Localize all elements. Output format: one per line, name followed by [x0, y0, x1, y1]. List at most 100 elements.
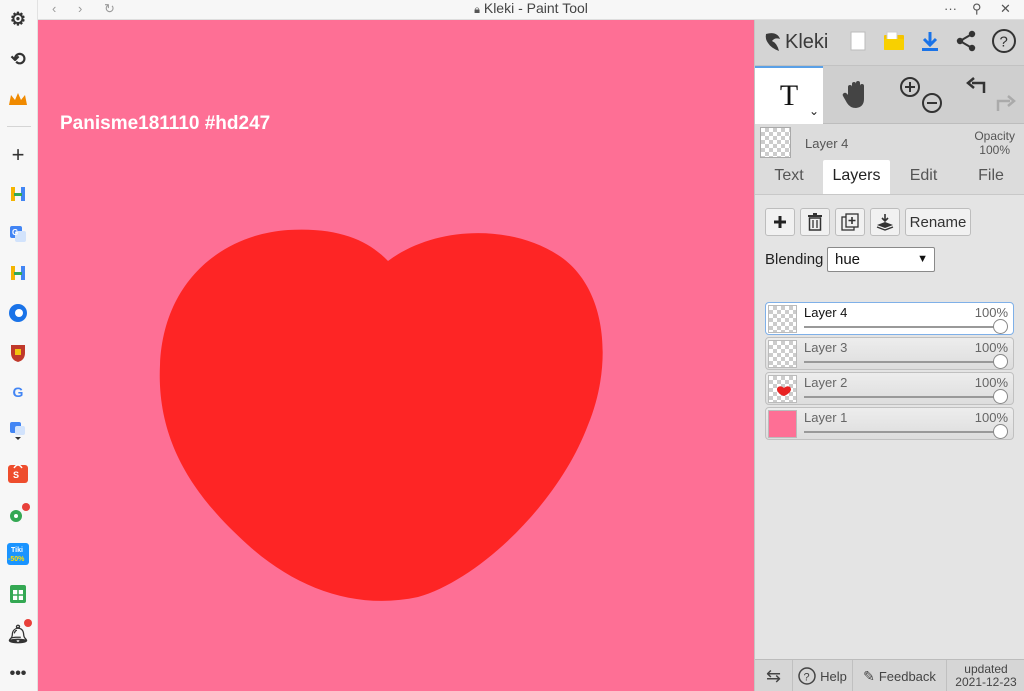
more-options-icon[interactable]: ··· [944, 0, 957, 20]
undo-icon[interactable] [966, 77, 986, 93]
delete-layer-button[interactable] [800, 208, 830, 236]
feedback-label: Feedback [878, 668, 936, 684]
hand-tool-button[interactable] [823, 66, 889, 124]
window-title: Kleki - Paint Tool [483, 0, 588, 16]
help-circle-icon: ? [798, 667, 816, 685]
plus-icon [774, 216, 786, 228]
layer-name: Layer 2 [804, 375, 848, 390]
opacity-label: Opacity [974, 129, 1015, 143]
layer-row-3[interactable]: Layer 3 100% [765, 337, 1014, 370]
help-button[interactable]: ? Help [793, 660, 853, 691]
hotel-app-icon[interactable] [5, 181, 31, 207]
drawing-canvas[interactable]: Panisme181110 #hd247 [38, 20, 754, 691]
tiki-icon[interactable]: Tiki -50% [5, 541, 31, 567]
undo-redo-tools [957, 66, 1024, 124]
blending-value: hue [835, 251, 861, 268]
new-image-icon[interactable] [843, 26, 873, 56]
layer-opacity-track [804, 361, 1001, 363]
merge-down-icon [876, 214, 894, 231]
shopee-icon[interactable]: S [5, 460, 31, 486]
crown-icon[interactable] [5, 86, 31, 112]
current-layer-info: Layer 4 Opacity 100% [755, 124, 1024, 160]
layer-row-2[interactable]: Layer 2 100% [765, 372, 1014, 405]
shield-app-icon[interactable] [5, 340, 31, 366]
heart-shape [159, 229, 603, 601]
rename-layer-button[interactable]: Rename [905, 208, 971, 236]
layer-opacity-slider[interactable] [993, 354, 1008, 369]
more-icon[interactable]: ••• [5, 661, 31, 687]
layer-thumbnail [768, 375, 797, 403]
kleki-side-panel: Kleki ? T ⌄ Layer 4 Opacity 100% Text La… [754, 20, 1024, 691]
browser-title-bar: ‹ › ↻ 🔒︎ Kleki - Paint Tool ··· ⚲ ✕ [38, 0, 1024, 20]
layer-row-4[interactable]: Layer 4 100% [765, 302, 1014, 335]
feedback-button[interactable]: ✎ Feedback [853, 660, 947, 691]
panel-tabs: Text Layers Edit File [755, 160, 1024, 194]
layer-opacity-track [804, 396, 1001, 398]
edge-app-icon[interactable] [5, 300, 31, 326]
browser-sidebar: ⚙ ⟲ + G G S Tiki -50% 🔔︎ ••• [0, 0, 38, 691]
trash-icon [808, 213, 822, 231]
layer-opacity-slider[interactable] [993, 319, 1008, 334]
help-label: Help [820, 668, 847, 684]
layer-name: Layer 1 [804, 410, 848, 425]
help-icon[interactable]: ? [989, 26, 1019, 56]
updated-info[interactable]: updated 2021-12-23 [947, 660, 1024, 691]
open-folder-icon[interactable] [879, 26, 909, 56]
settings-gear-icon[interactable]: ⚙ [5, 6, 31, 32]
tool-row: T ⌄ [755, 66, 1024, 124]
duplicate-layer-button[interactable] [835, 208, 865, 236]
kleki-logo: Kleki [763, 28, 828, 56]
svg-text:?: ? [804, 672, 810, 684]
layer-name: Layer 3 [804, 340, 848, 355]
sheets-icon[interactable] [5, 581, 31, 607]
layer-opacity-slider[interactable] [993, 424, 1008, 439]
zoom-in-icon[interactable] [900, 77, 920, 97]
redo-icon[interactable] [996, 95, 1016, 111]
text-tool-button[interactable]: T ⌄ [755, 66, 823, 124]
opacity-control[interactable]: Opacity 100% [974, 129, 1015, 157]
close-icon[interactable]: ✕ [1000, 0, 1011, 20]
current-layer-name: Layer 4 [805, 136, 849, 151]
svg-text:-50%: -50% [8, 556, 25, 563]
layer-thumbnail [768, 305, 797, 333]
tab-edit[interactable]: Edit [890, 160, 957, 194]
layer-row-1[interactable]: Layer 1 100% [765, 407, 1014, 440]
add-layer-button[interactable] [765, 208, 795, 236]
duplicate-icon [841, 213, 859, 231]
pin-icon[interactable]: ⚲ [972, 0, 982, 20]
svg-text:Tiki: Tiki [11, 547, 23, 554]
zoom-tools [890, 66, 956, 124]
layer-opacity: 100% [974, 340, 1008, 355]
google-icon[interactable]: G [5, 379, 31, 405]
text-tool-label: T [779, 79, 799, 112]
app-name: Kleki [785, 30, 829, 53]
panel-bottom-bar: ⇆ ? Help ✎ Feedback updated 2021-12-23 [755, 659, 1024, 691]
translate-app-icon[interactable]: G [5, 221, 31, 247]
hotel-app-icon-2[interactable] [5, 260, 31, 286]
blending-label: Blending [765, 251, 824, 268]
merge-layer-button[interactable] [870, 208, 900, 236]
layer-opacity: 100% [974, 410, 1008, 425]
swap-side-button[interactable]: ⇆ [755, 660, 793, 691]
translate-download-icon[interactable] [5, 418, 31, 444]
layer-thumbnail [768, 340, 797, 368]
tab-file[interactable]: File [957, 160, 1024, 194]
layer-opacity-track [804, 326, 1001, 328]
svg-text:G: G [12, 228, 18, 237]
add-icon[interactable]: + [5, 142, 31, 168]
canvas-text: Panisme181110 #hd247 [60, 113, 271, 134]
tab-text[interactable]: Text [755, 160, 823, 194]
tab-layers[interactable]: Layers [823, 160, 890, 194]
panel-top-bar: Kleki ? [755, 20, 1024, 66]
layer-opacity-slider[interactable] [993, 389, 1008, 404]
kleki-logo-icon [765, 33, 780, 51]
updated-date: 2021-12-23 [955, 675, 1017, 689]
zoom-out-icon[interactable] [922, 93, 942, 113]
download-icon[interactable] [915, 26, 945, 56]
history-icon[interactable]: ⟲ [5, 46, 31, 72]
hand-icon [842, 81, 864, 108]
feedback-icon: ✎ [863, 667, 875, 684]
share-icon[interactable] [951, 26, 981, 56]
svg-text:S: S [13, 470, 19, 480]
blending-select[interactable]: hue ▼ [827, 247, 935, 272]
